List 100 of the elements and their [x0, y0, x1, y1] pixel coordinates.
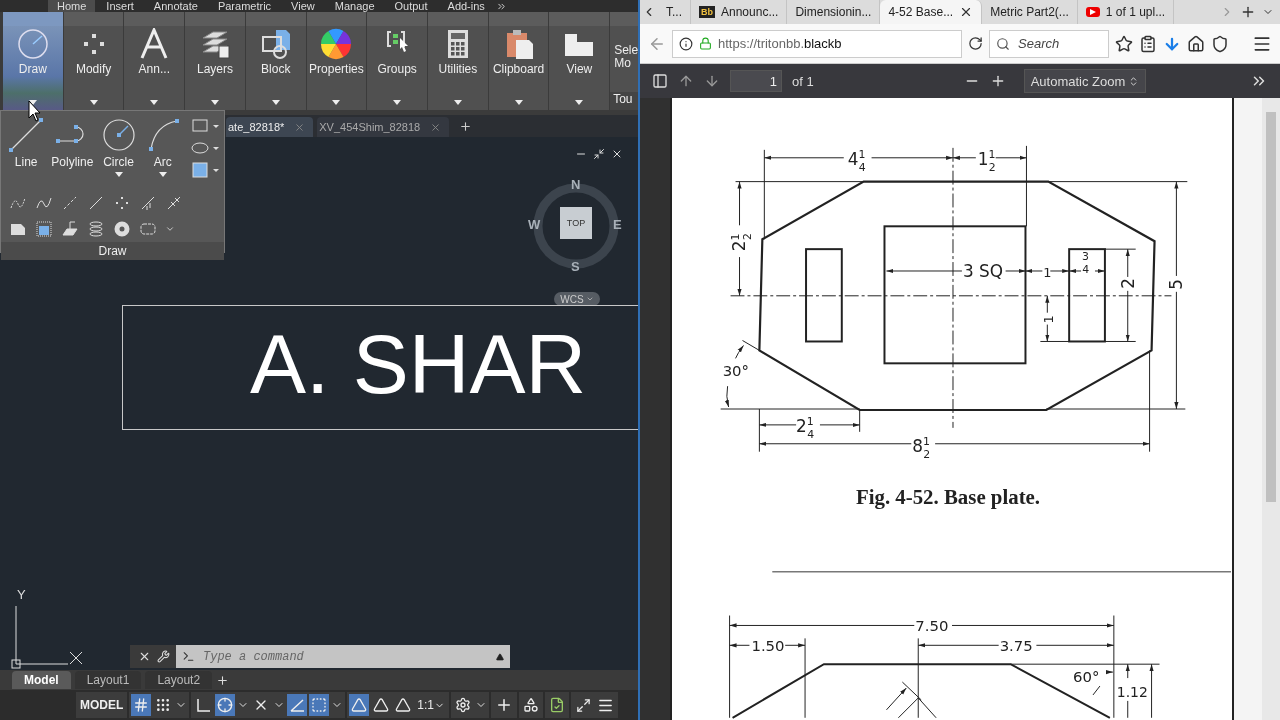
draw-tool[interactable]: Polyline [51, 117, 94, 182]
ray-icon[interactable] [87, 194, 105, 212]
command-field[interactable]: Type a command [176, 645, 510, 668]
file-tab[interactable]: XV_454Shim_82818 [317, 117, 450, 137]
figure-caption: Fig. 4-52. Base plate. [855, 485, 1041, 510]
lock-icon[interactable] [699, 37, 712, 50]
draw-tool[interactable]: Circle [99, 117, 138, 182]
viewcube-face[interactable]: TOP [560, 207, 592, 239]
ucs-menu[interactable]: WCS [554, 292, 600, 306]
caret-icon[interactable] [332, 100, 341, 105]
donut-icon[interactable] [113, 220, 131, 238]
reload-icon[interactable] [968, 36, 983, 51]
caret-icon[interactable] [393, 100, 402, 105]
ellipse-icon[interactable] [190, 139, 220, 157]
close-icon[interactable] [138, 650, 151, 663]
home-icon[interactable] [1187, 34, 1205, 53]
file-tab[interactable]: ate_82818* [226, 117, 314, 137]
line-icon [8, 117, 45, 153]
ribbon-panel[interactable]: Modify [63, 12, 124, 110]
caret-icon[interactable] [114, 172, 123, 177]
draw-tool[interactable]: Arc [143, 117, 182, 182]
zoom-select[interactable]: Automatic Zoom [1023, 69, 1146, 93]
bookmark-star-icon[interactable] [1115, 34, 1133, 53]
scrollbar[interactable] [1262, 98, 1280, 720]
boundary-icon[interactable] [61, 220, 79, 238]
restore-icon[interactable] [593, 148, 605, 160]
panel-label: Clipboard [492, 62, 545, 78]
caret-icon[interactable] [211, 100, 219, 105]
previous-page-icon[interactable] [678, 73, 694, 89]
layout-tab[interactable]: Model [12, 671, 71, 689]
rectangle-icon[interactable] [190, 117, 220, 135]
wrench-icon[interactable] [157, 650, 170, 663]
construction-line-icon[interactable] [61, 194, 79, 212]
reading-list-icon[interactable] [1139, 34, 1157, 53]
measure-icon[interactable] [165, 194, 183, 212]
ribbon-panel[interactable]: Utilities [428, 12, 488, 110]
ribbon-tab[interactable]: Home [48, 0, 96, 12]
sidebar-toggle-icon[interactable] [652, 73, 668, 89]
add-tab-icon[interactable] [459, 120, 473, 133]
hatch-icon[interactable] [190, 161, 220, 179]
square-icon[interactable] [309, 694, 330, 716]
helix-icon[interactable] [87, 220, 105, 238]
page-number-field[interactable]: 1 [730, 70, 782, 92]
search-field[interactable]: Search [989, 29, 1109, 58]
dimension-label: 60° [1073, 668, 1100, 687]
address-bar[interactable]: https://tritonbb.blackb [672, 29, 962, 58]
ribbon-panel[interactable]: Layers [185, 12, 245, 110]
expand-icon[interactable] [496, 652, 504, 661]
add-layout-icon[interactable] [216, 673, 230, 687]
browser-tab[interactable]: 4-52 Base... [880, 0, 983, 24]
caret-icon[interactable] [575, 100, 584, 105]
ribbon-tab[interactable]: Insert [97, 0, 143, 12]
caret-icon[interactable] [453, 100, 462, 105]
caret-icon[interactable] [158, 172, 167, 177]
ribbon-panel[interactable]: Ann... [124, 12, 185, 110]
ribbon-tab[interactable]: Parametric [208, 0, 281, 12]
dimension-label: 5 [1166, 279, 1187, 290]
caret-icon[interactable] [150, 100, 159, 105]
ribbon-panel[interactable]: Groups [367, 12, 428, 110]
tool-label: Line [14, 155, 38, 169]
ribbon-panel[interactable]: View [549, 12, 610, 110]
ribbon-panel[interactable]: Block [245, 12, 306, 110]
caret-icon[interactable] [271, 100, 280, 105]
shield-icon[interactable] [1211, 34, 1229, 53]
axis-label: Y [17, 587, 27, 602]
angle-icon[interactable] [287, 694, 308, 716]
panel-label: View [566, 62, 593, 78]
close-icon[interactable] [611, 148, 623, 160]
expand-icon[interactable] [495, 1, 507, 12]
ribbon-panel[interactable]: Clipboard [488, 12, 549, 110]
caret-icon[interactable] [165, 224, 175, 234]
dimension-label: 1 [1041, 315, 1057, 324]
caret-icon[interactable] [89, 100, 98, 105]
ribbon-panel[interactable]: Properties [306, 12, 367, 110]
layout-tab[interactable]: Layout2 [145, 671, 213, 689]
caret-icon[interactable] [514, 100, 523, 105]
revision-cloud-icon[interactable] [139, 220, 157, 238]
layout-tab[interactable]: Layout1 [74, 671, 142, 689]
info-icon[interactable] [679, 36, 693, 51]
ribbon-panel[interactable]: Draw [3, 12, 63, 110]
model-space-button[interactable]: MODEL [78, 694, 126, 716]
point-icon[interactable] [113, 194, 131, 212]
target-icon[interactable] [215, 694, 236, 716]
divide-icon[interactable] [139, 194, 157, 212]
url-text: https://tritonbb.blackb [718, 36, 842, 51]
next-page-icon[interactable] [704, 73, 720, 89]
ribbon-tab[interactable]: Add-ins [438, 0, 494, 12]
page-count: of 1 [792, 73, 814, 89]
prompt-icon[interactable] [182, 650, 195, 663]
ribbon-tab[interactable]: Annotate [144, 0, 207, 12]
ribbon-tab[interactable]: Manage [325, 0, 384, 12]
ribbon-panel[interactable]: Sele Mo Tou [610, 12, 638, 110]
hatch-icon[interactable] [35, 220, 53, 238]
ribbon-tab[interactable]: Output [385, 0, 437, 12]
command-input[interactable]: Type a command [201, 648, 490, 665]
panel-label: Modify [75, 62, 112, 78]
title-text: A. SHAR [250, 316, 587, 413]
ribbon-tab[interactable]: View [282, 0, 324, 12]
grid-icon[interactable] [131, 694, 152, 716]
draw-tool[interactable]: Line [7, 117, 46, 182]
